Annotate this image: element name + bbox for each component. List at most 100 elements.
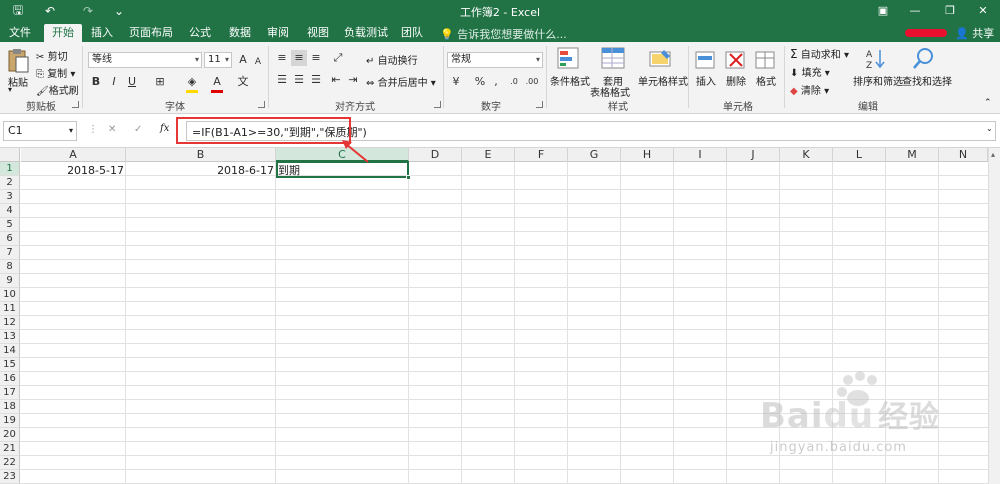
align-center-icon[interactable]: ☰ [291, 72, 307, 88]
underline-button[interactable]: U [124, 74, 140, 90]
cell-styles-button[interactable]: 单元格样式 [638, 73, 688, 88]
fill-color-icon[interactable]: ◈ [184, 74, 200, 90]
row-header-20[interactable]: 20 [0, 428, 20, 442]
orientation-icon[interactable]: ⤢ [330, 50, 346, 66]
cell-a1[interactable]: 2018-5-17 [21, 163, 126, 177]
clear-button[interactable]: ◆ 清除 ▾ [790, 82, 829, 97]
find-select-button[interactable]: 查找和选择 [902, 73, 952, 88]
column-header-k[interactable]: K [780, 148, 833, 162]
select-all-corner[interactable] [0, 148, 20, 162]
ribbon-display-options-icon[interactable]: ▣ [868, 2, 898, 20]
tab-file[interactable]: 文件 [4, 24, 36, 42]
alignment-launcher-icon[interactable] [434, 101, 441, 108]
borders-icon[interactable]: ⊞ [152, 74, 168, 90]
row-header-5[interactable]: 5 [0, 218, 20, 232]
minimize-button[interactable]: — [900, 2, 930, 20]
paste-icon[interactable] [6, 48, 30, 74]
decrease-decimal-icon[interactable]: .00 [524, 74, 540, 90]
conditional-formatting-icon[interactable] [556, 46, 582, 72]
row-header-13[interactable]: 13 [0, 330, 20, 344]
row-header-4[interactable]: 4 [0, 204, 20, 218]
paste-dropdown-icon[interactable]: ▾ [8, 85, 12, 94]
tell-me-search[interactable]: 💡 告诉我您想要做什么... [440, 26, 567, 42]
increase-decimal-icon[interactable]: .0 [506, 74, 522, 90]
insert-button[interactable]: 插入 [696, 73, 716, 88]
row-header-12[interactable]: 12 [0, 316, 20, 330]
fill-handle[interactable] [406, 175, 411, 180]
align-middle-icon[interactable]: ≡ [291, 50, 307, 66]
tab-page-layout[interactable]: 页面布局 [126, 24, 176, 42]
tab-formulas[interactable]: 公式 [184, 24, 216, 42]
format-painter-button[interactable]: 🖌格式刷 [36, 82, 79, 97]
row-header-21[interactable]: 21 [0, 442, 20, 456]
tab-team[interactable]: 团队 [396, 24, 428, 42]
format-cells-icon[interactable] [754, 46, 778, 72]
sort-filter-icon[interactable]: A Z [864, 46, 888, 72]
conditional-formatting-button[interactable]: 条件格式 [550, 73, 590, 88]
tab-load-test[interactable]: 负载测试 [340, 24, 392, 42]
shrink-font-button[interactable]: A [250, 54, 266, 70]
format-button[interactable]: 格式 [756, 73, 776, 88]
scroll-up-icon[interactable]: ▴ [991, 150, 995, 159]
collapse-ribbon-icon[interactable]: ⌃ [984, 98, 992, 108]
cut-button[interactable]: ✂ 剪切 [36, 48, 68, 63]
column-header-l[interactable]: L [833, 148, 886, 162]
autosum-button[interactable]: Σ 自动求和 ▾ [790, 46, 849, 61]
font-color-button[interactable]: A [209, 74, 225, 90]
row-header-11[interactable]: 11 [0, 302, 20, 316]
align-left-icon[interactable]: ☰ [274, 72, 290, 88]
row-header-14[interactable]: 14 [0, 344, 20, 358]
name-box[interactable]: C1 ▾ [3, 121, 77, 141]
insert-cells-icon[interactable] [694, 46, 718, 72]
phonetic-icon[interactable]: 文 [235, 74, 251, 90]
row-header-17[interactable]: 17 [0, 386, 20, 400]
font-name-select[interactable]: 等线 ▾ [88, 52, 202, 68]
italic-button[interactable]: I [106, 74, 122, 90]
cell-b1[interactable]: 2018-6-17 [126, 163, 276, 177]
increase-indent-icon[interactable]: ⇥ [345, 72, 361, 88]
column-header-b[interactable]: B [126, 148, 276, 162]
row-header-22[interactable]: 22 [0, 456, 20, 470]
vertical-scrollbar[interactable]: ▴ [988, 148, 1000, 484]
column-header-i[interactable]: I [674, 148, 727, 162]
tab-home[interactable]: 开始 [44, 24, 82, 42]
share-button[interactable]: 👤 共享 [955, 25, 994, 41]
row-header-7[interactable]: 7 [0, 246, 20, 260]
cell-styles-icon[interactable] [648, 46, 674, 72]
wrap-text-button[interactable]: ↵ 自动换行 [366, 52, 418, 67]
comma-button[interactable]: , [488, 74, 504, 90]
insert-function-icon[interactable]: fx [160, 123, 169, 134]
tab-view[interactable]: 视图 [302, 24, 334, 42]
format-as-table-icon[interactable] [600, 46, 626, 72]
restore-button[interactable]: ❐ [935, 2, 965, 20]
find-select-icon[interactable] [912, 46, 936, 72]
tab-insert[interactable]: 插入 [86, 24, 118, 42]
column-header-g[interactable]: G [568, 148, 621, 162]
column-header-n[interactable]: N [939, 148, 988, 162]
row-header-16[interactable]: 16 [0, 372, 20, 386]
tab-review[interactable]: 审阅 [262, 24, 294, 42]
column-header-d[interactable]: D [409, 148, 462, 162]
row-header-3[interactable]: 3 [0, 190, 20, 204]
close-button[interactable]: ✕ [968, 2, 998, 20]
row-header-2[interactable]: 2 [0, 176, 20, 190]
align-right-icon[interactable]: ☰ [308, 72, 324, 88]
sort-filter-button[interactable]: 排序和筛选 [853, 73, 903, 88]
column-header-h[interactable]: H [621, 148, 674, 162]
enter-icon[interactable]: ✓ [134, 124, 142, 135]
number-format-select[interactable]: 常规 ▾ [447, 52, 543, 68]
percent-button[interactable]: % [472, 74, 488, 90]
grow-font-button[interactable]: A [235, 52, 251, 68]
column-header-j[interactable]: J [727, 148, 780, 162]
copy-button[interactable]: ⎘ 复制 ▾ [36, 65, 75, 80]
font-size-select[interactable]: 11 ▾ [204, 52, 232, 68]
column-header-f[interactable]: F [515, 148, 568, 162]
fill-button[interactable]: ⬇ 填充 ▾ [790, 64, 830, 79]
number-launcher-icon[interactable] [536, 101, 543, 108]
row-header-8[interactable]: 8 [0, 260, 20, 274]
align-bottom-icon[interactable]: ≡ [308, 50, 324, 66]
decrease-indent-icon[interactable]: ⇤ [328, 72, 344, 88]
clipboard-launcher-icon[interactable] [72, 101, 79, 108]
column-header-m[interactable]: M [886, 148, 939, 162]
column-header-a[interactable]: A [21, 148, 126, 162]
